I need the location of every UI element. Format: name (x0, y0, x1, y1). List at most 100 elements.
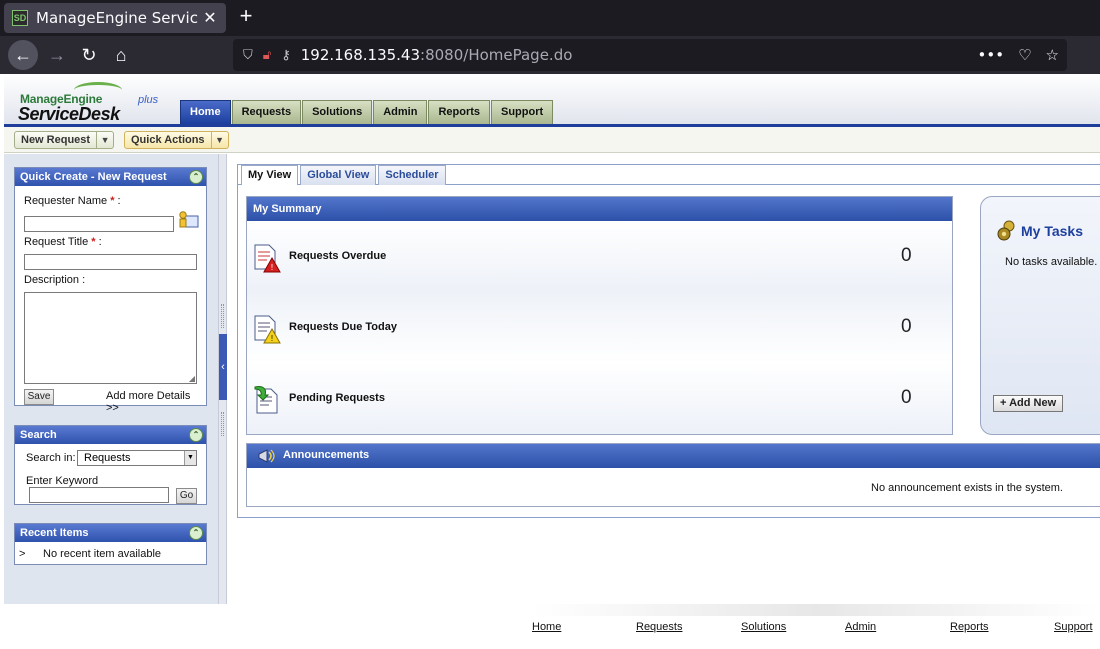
requester-name-label: Requester Name * : (24, 195, 121, 207)
no-announcement-text: No announcement exists in the system. (871, 482, 1063, 494)
summary-row-name: Pending Requests (289, 392, 385, 404)
requester-name-input[interactable] (24, 216, 174, 232)
add-more-details-link[interactable]: Add more Details >> (106, 390, 206, 414)
label-colon: : (95, 236, 102, 248)
collapse-panel-arrow-icon[interactable]: ‹ (219, 334, 227, 400)
new-request-dropdown[interactable]: New Request ▼ (14, 131, 115, 149)
chevron-down-icon[interactable]: ▼ (184, 451, 196, 465)
request-title-input[interactable] (24, 254, 197, 270)
footer-link-reports[interactable]: Reports (950, 621, 989, 633)
pending-document-icon (254, 386, 278, 414)
page-actions-icon[interactable]: ••• (978, 46, 1005, 64)
add-new-task-button[interactable]: + Add New (993, 395, 1064, 412)
tab-requests[interactable]: Requests (231, 100, 302, 124)
request-title-label: Request Title * : (24, 236, 102, 248)
pocket-icon[interactable]: ♡ (1018, 46, 1031, 64)
footer-link-solutions[interactable]: Solutions (741, 621, 786, 633)
announcement-megaphone-icon (258, 449, 275, 463)
collapse-icon[interactable]: ⌃ (189, 526, 203, 540)
resize-grip-icon[interactable]: ◢ (189, 374, 195, 383)
svg-text:!: ! (271, 334, 273, 343)
key-icon[interactable]: ⚷ (281, 48, 291, 63)
summary-row-pending[interactable]: Pending Requests 0 (247, 363, 952, 434)
search-box: Search ⌃ Search in: Requests ▼ Enter Key… (14, 425, 207, 505)
chevron-down-icon[interactable]: ▼ (212, 132, 228, 148)
tab-global-view[interactable]: Global View (300, 165, 377, 185)
footer-link-admin[interactable]: Admin (845, 621, 876, 633)
search-title: Search (20, 429, 57, 441)
browser-tab-bar: SD ManageEngine ServiceDe ✕ + (0, 0, 1100, 36)
overdue-document-icon: ! (254, 244, 281, 273)
summary-row-overdue[interactable]: ! Requests Overdue 0 (247, 221, 952, 292)
announcements-panel: Announcements No announcement exists in … (246, 443, 1100, 507)
chevron-down-icon[interactable]: ▼ (97, 132, 113, 148)
collapse-icon[interactable]: ⌃ (189, 170, 203, 184)
back-arrow-icon[interactable]: ← (8, 40, 38, 70)
collapse-icon[interactable]: ⌃ (189, 428, 203, 442)
requester-lookup-icon[interactable] (177, 210, 199, 230)
search-in-label: Search in: (26, 452, 76, 464)
tasks-icon (997, 220, 1015, 241)
tab-solutions[interactable]: Solutions (302, 100, 373, 124)
new-request-button[interactable]: New Request (15, 132, 98, 148)
label-colon: : (114, 195, 121, 207)
keyword-input[interactable] (29, 487, 169, 503)
forward-arrow-icon[interactable]: → (42, 40, 72, 70)
summary-row-name: Requests Overdue (289, 250, 387, 262)
browser-nav-bar: ← → ↻ ⌂ ⛉ 🔓︎ ⚷ 192.168.135.43:8080/HomeP… (0, 36, 1100, 74)
my-summary-header: My Summary (247, 197, 952, 221)
footer-link-support[interactable]: Support (1054, 621, 1093, 633)
page: ManageEngine ServiceDesk plus Home Reque… (4, 74, 1100, 649)
recent-empty-text: No recent item available (43, 548, 162, 560)
recent-items-box: Recent Items ⌃ > No recent item availabl… (14, 523, 207, 565)
home-icon[interactable]: ⌂ (106, 40, 136, 70)
tab-home[interactable]: Home (180, 100, 231, 124)
splitter-grip[interactable] (221, 304, 224, 328)
request-title-text: Request Title (24, 236, 89, 248)
summary-row-due-today[interactable]: ! Requests Due Today 0 (247, 292, 952, 363)
site-favicon-icon: SD (12, 10, 28, 26)
go-button[interactable]: Go (176, 488, 197, 504)
announcements-title: Announcements (283, 449, 370, 461)
browser-tab[interactable]: SD ManageEngine ServiceDe ✕ (4, 3, 226, 33)
summary-row-name: Requests Due Today (289, 321, 397, 333)
main-tabs: Home Requests Solutions Admin Reports Su… (180, 100, 554, 124)
logo-brand-main: ServiceDesk (18, 104, 120, 124)
shield-icon[interactable]: ⛉ (243, 48, 253, 63)
footer-link-requests[interactable]: Requests (636, 621, 682, 633)
tab-support[interactable]: Support (491, 100, 554, 124)
new-tab-icon[interactable]: + (234, 5, 258, 29)
quick-actions-button[interactable]: Quick Actions (125, 132, 212, 148)
bookmark-star-icon[interactable]: ☆ (1046, 46, 1059, 64)
search-in-select[interactable]: Requests ▼ (77, 450, 197, 466)
panel-splitter[interactable]: ‹ (218, 154, 227, 604)
footer-link-home[interactable]: Home (532, 621, 561, 633)
tab-admin[interactable]: Admin (373, 100, 428, 124)
tab-reports[interactable]: Reports (428, 100, 490, 124)
quick-create-box: Quick Create - New Request ⌃ Requester N… (14, 167, 207, 414)
reload-icon[interactable]: ↻ (74, 40, 104, 70)
search-in-value: Requests (84, 452, 131, 464)
url-host: 192.168.135.43 (300, 46, 421, 64)
due-today-document-icon: ! (254, 315, 281, 344)
splitter-grip[interactable] (221, 412, 224, 436)
recent-items-header: Recent Items ⌃ (15, 524, 206, 542)
my-summary-panel: My Summary ! Requests Overdue 0 ! Reques… (246, 196, 953, 435)
url-bar[interactable]: ⛉ 🔓︎ ⚷ 192.168.135.43:8080/HomePage.do •… (233, 39, 1067, 71)
description-textarea[interactable]: ◢ (24, 292, 197, 384)
browser-tab-title: ManageEngine ServiceDe (36, 9, 198, 27)
tab-scheduler[interactable]: Scheduler (378, 165, 446, 185)
close-tab-icon[interactable]: ✕ (202, 8, 218, 28)
announcements-header: Announcements (247, 444, 1100, 468)
servicedesk-logo[interactable]: ManageEngine ServiceDesk plus (18, 80, 168, 124)
enter-keyword-label: Enter Keyword (26, 475, 99, 487)
recent-items-title: Recent Items (20, 527, 89, 539)
app-header: ManageEngine ServiceDesk plus Home Reque… (4, 74, 1100, 126)
insecure-lock-icon[interactable]: 🔓︎ (263, 48, 271, 63)
quick-actions-dropdown[interactable]: Quick Actions ▼ (124, 131, 229, 149)
quick-create-title: Quick Create - New Request (20, 171, 167, 183)
summary-row-value: 0 (901, 387, 912, 408)
save-button[interactable]: Save (24, 389, 54, 405)
action-toolbar: New Request ▼ Quick Actions ▼ (4, 127, 1100, 153)
tab-my-view[interactable]: My View (241, 165, 299, 185)
